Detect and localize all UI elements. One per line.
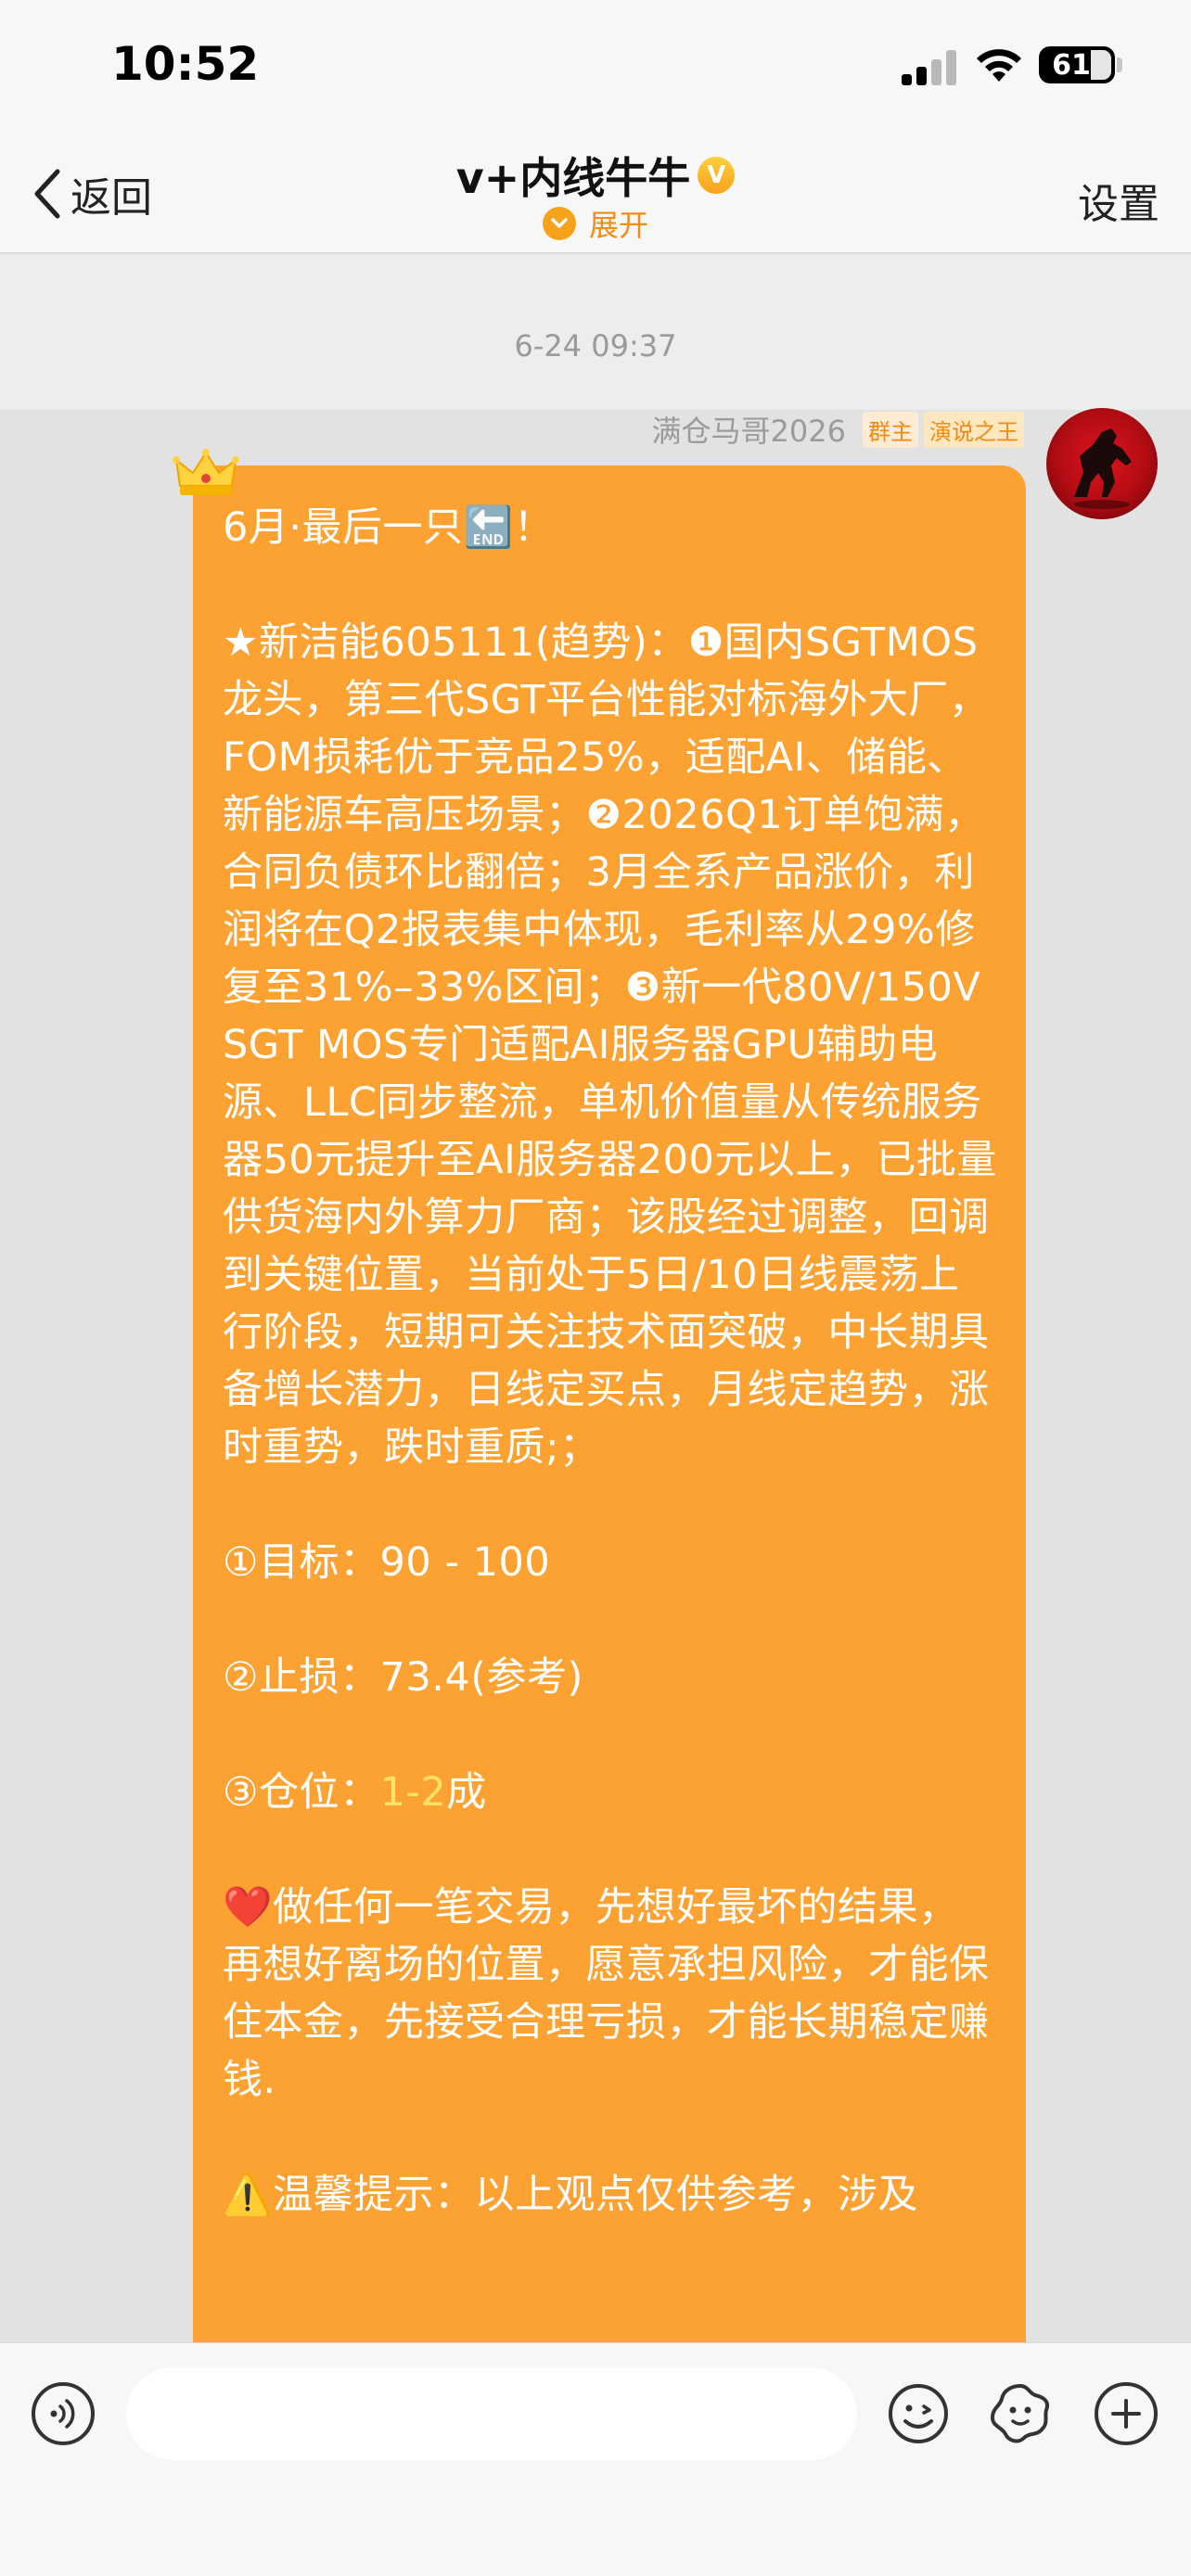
plus-icon <box>1111 2399 1141 2429</box>
sender-info: 满仓马哥2026 群主 演说之王 <box>652 408 1024 451</box>
crown-icon <box>173 449 239 495</box>
message-text: 6月·最后一只🔚！ ★新洁能605111(趋势)：❶国内SGTMOS龙头，第三代… <box>223 499 998 2224</box>
settings-button[interactable]: 设置 <box>1078 171 1159 230</box>
nav-bar: 返回 v+内线牛牛 V 展开 设置 <box>0 139 1191 254</box>
emoji-icon[interactable] <box>887 2382 950 2445</box>
cellular-signal-icon <box>902 50 957 85</box>
battery-icon: 61 <box>1039 46 1115 83</box>
message-timestamp: 6-24 09:37 <box>514 328 677 363</box>
plus-button[interactable] <box>1095 2382 1158 2445</box>
sender-name[interactable]: 满仓马哥2026 <box>652 408 846 451</box>
expand-button[interactable]: 展开 <box>542 202 648 245</box>
status-time: 10:52 <box>111 37 260 91</box>
status-bar: 10:52 61 <box>0 0 1191 139</box>
avatar[interactable] <box>1046 408 1158 519</box>
sticker-icon[interactable] <box>987 2380 1054 2447</box>
message-position-line: ③仓位：1-2成 <box>223 1769 487 1816</box>
message-stoploss-line: ②止损：73.4(参考) <box>223 1654 583 1701</box>
message-target-line: ①目标：90 - 100 <box>223 1539 551 1586</box>
horse-avatar-icon <box>1074 428 1132 509</box>
voice-icon <box>50 2399 75 2429</box>
group-title-text: v+内线牛牛 <box>455 153 691 203</box>
message-risk-note: ❤️做任何一笔交易，先想好最坏的结果，再想好离场的位置，愿意承担风险，才能保住本… <box>223 1884 990 2103</box>
message-input[interactable] <box>126 2367 857 2460</box>
input-bar <box>0 2342 1191 2576</box>
message-title-line: 6月·最后一只🔚！ <box>223 504 555 551</box>
voice-button[interactable] <box>32 2382 95 2445</box>
wifi-icon <box>977 49 1021 82</box>
member-title-badge: 演说之王 <box>924 411 1024 448</box>
battery-percent: 61 <box>1052 49 1091 82</box>
group-title[interactable]: v+内线牛牛 V <box>456 145 736 206</box>
message-main-paragraph: ★新洁能605111(趋势)：❶国内SGTMOS龙头，第三代SGT平台性能对标海… <box>223 619 997 1471</box>
chat-area[interactable]: 6-24 09:37 满仓马哥2026 群主 演说之王 6月·最后一只🔚！ ★新… <box>0 256 1191 2342</box>
expand-label: 展开 <box>588 208 648 243</box>
position-highlight: 1-2 <box>379 1769 447 1816</box>
message-warning-line: ⚠️温馨提示：以上观点仅供参考，涉及 <box>223 2172 919 2218</box>
chevron-down-icon <box>542 207 576 240</box>
message-bubble[interactable]: 6月·最后一只🔚！ ★新洁能605111(趋势)：❶国内SGTMOS龙头，第三代… <box>193 465 1026 2342</box>
group-owner-badge: 群主 <box>863 411 918 448</box>
vip-badge-icon: V <box>698 157 736 194</box>
